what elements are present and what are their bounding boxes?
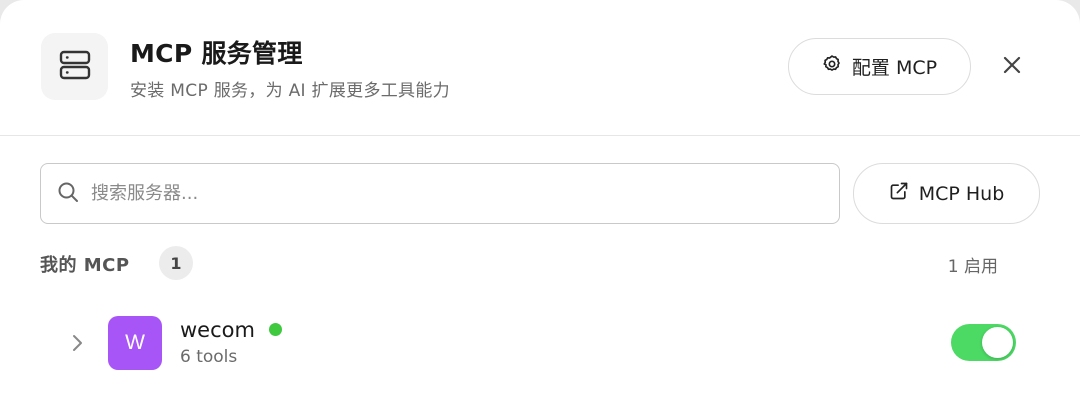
config-mcp-button[interactable]: 配置 MCP xyxy=(788,38,971,95)
mcp-hub-button[interactable]: MCP Hub xyxy=(853,163,1040,224)
close-button[interactable] xyxy=(996,51,1028,83)
gear-icon xyxy=(822,54,842,79)
search-icon xyxy=(57,181,79,207)
dialog-header: MCP 服务管理 安装 MCP 服务，为 AI 扩展更多工具能力 配置 MCP xyxy=(0,0,1080,136)
server-icon xyxy=(57,47,93,87)
avatar: W xyxy=(108,316,162,370)
close-icon xyxy=(1002,55,1022,79)
mcp-dialog: MCP 服务管理 安装 MCP 服务，为 AI 扩展更多工具能力 配置 MCP xyxy=(0,0,1080,420)
toggle-knob xyxy=(982,327,1013,358)
item-name: wecom xyxy=(180,318,255,342)
enabled-count: 1 启用 xyxy=(947,257,998,277)
search-field[interactable] xyxy=(40,163,840,224)
dialog-subtitle: 安装 MCP 服务，为 AI 扩展更多工具能力 xyxy=(130,81,450,101)
external-link-icon xyxy=(889,181,909,206)
enable-toggle[interactable] xyxy=(951,324,1016,361)
item-tools-count: 6 tools xyxy=(180,347,238,367)
dialog-title: MCP 服务管理 xyxy=(130,39,303,68)
section-title: 我的 MCP xyxy=(40,255,130,276)
mcp-hub-label: MCP Hub xyxy=(918,182,1005,205)
status-dot xyxy=(269,323,282,336)
config-mcp-label: 配置 MCP xyxy=(851,57,938,79)
search-input[interactable] xyxy=(91,183,791,204)
chevron-right-icon[interactable] xyxy=(68,331,88,355)
count-badge: 1 xyxy=(159,246,193,280)
logo-box xyxy=(41,33,108,100)
list-item[interactable]: W wecom 6 tools xyxy=(0,300,1080,390)
